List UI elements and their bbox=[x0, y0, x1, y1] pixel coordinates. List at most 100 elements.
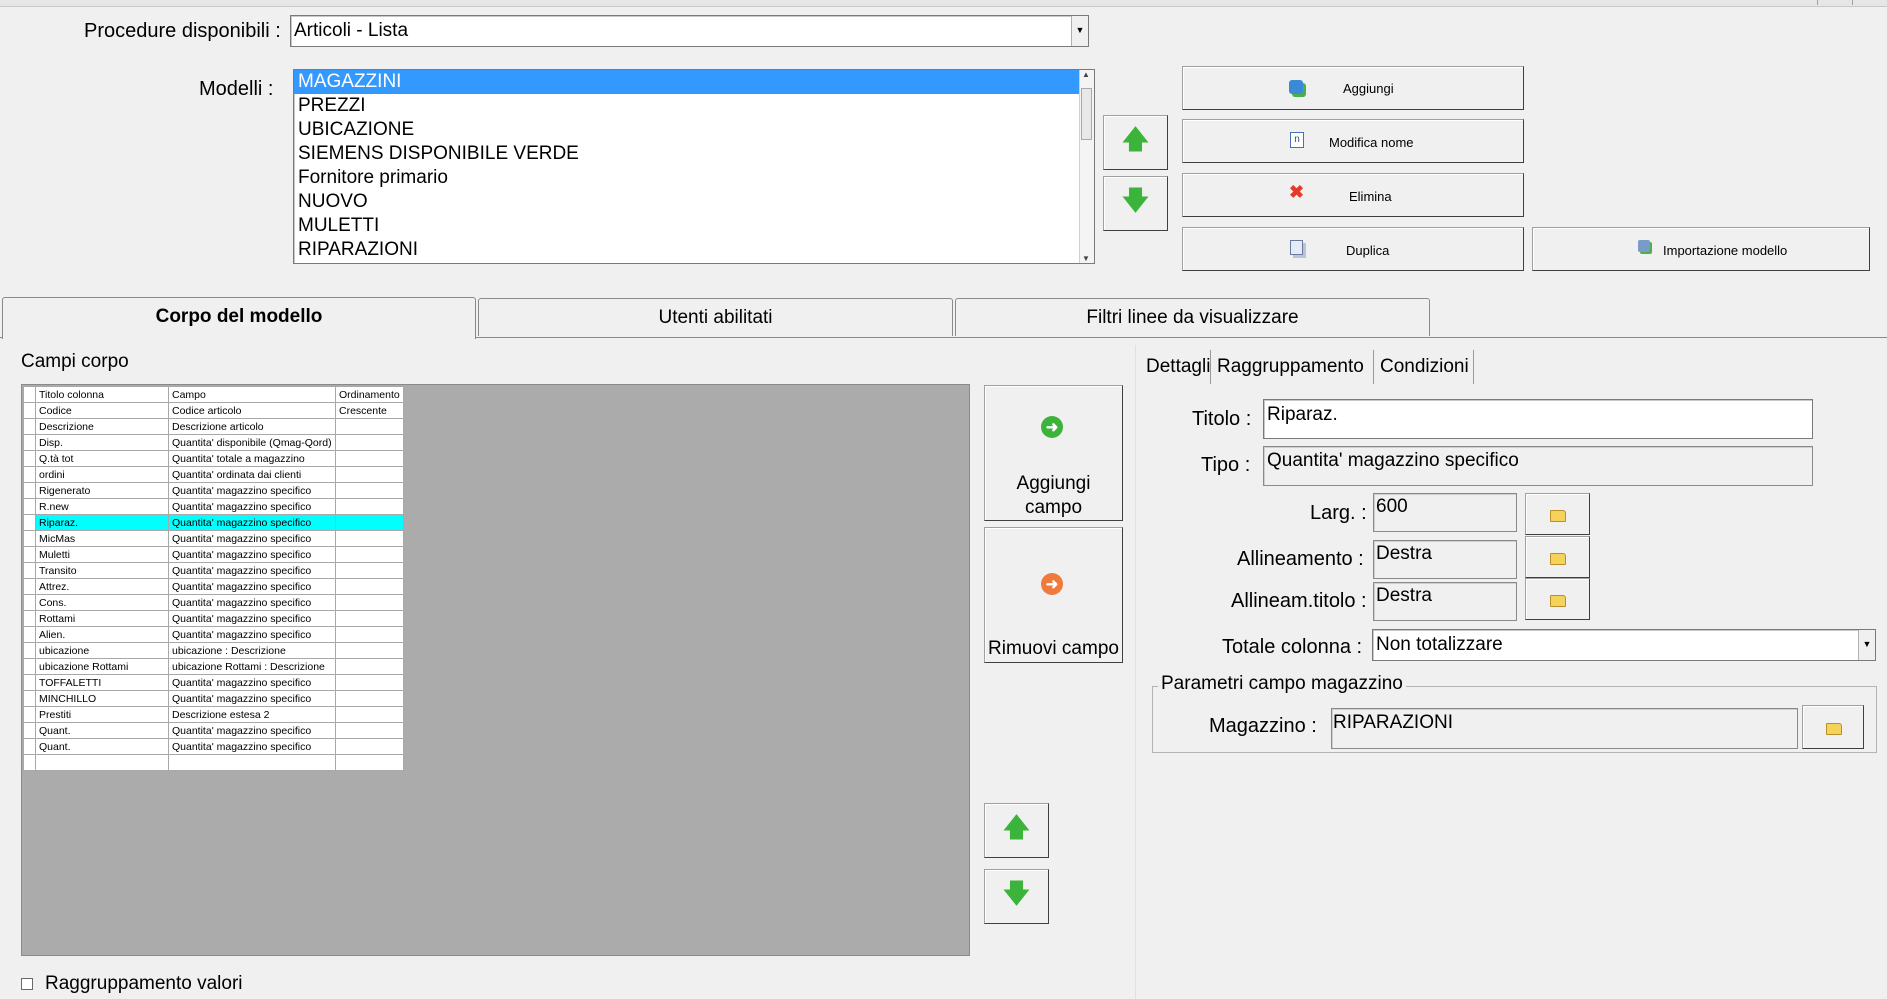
models-scrollbar[interactable]: ▲ ▼ bbox=[1079, 70, 1094, 263]
title-align-edit-button[interactable] bbox=[1525, 578, 1590, 620]
table-row[interactable]: Rigenerato Quantita' magazzino specifico bbox=[23, 482, 404, 499]
cell-titolo[interactable]: Prestiti bbox=[35, 706, 169, 723]
row-header-cell[interactable] bbox=[23, 466, 36, 483]
cell-ordinamento[interactable] bbox=[335, 466, 404, 483]
width-edit-button[interactable] bbox=[1525, 493, 1590, 535]
row-header-cell[interactable] bbox=[23, 482, 36, 499]
table-row[interactable]: Quant. Quantita' magazzino specifico bbox=[23, 738, 404, 755]
warehouse-select-button[interactable] bbox=[1802, 705, 1864, 749]
cell-titolo[interactable]: ordini bbox=[35, 466, 169, 483]
table-row[interactable]: Attrez. Quantita' magazzino specifico bbox=[23, 578, 404, 595]
table-row[interactable]: Codice Codice articolo Crescente bbox=[23, 402, 404, 419]
cell-campo[interactable]: Quantita' ordinata dai clienti bbox=[168, 466, 336, 483]
cell-ordinamento[interactable] bbox=[335, 482, 404, 499]
table-row[interactable]: Quant. Quantita' magazzino specifico bbox=[23, 722, 404, 739]
cell-titolo[interactable]: TOFFALETTI bbox=[35, 674, 169, 691]
cell-campo[interactable]: ubicazione : Descrizione bbox=[168, 642, 336, 659]
cell-campo[interactable]: Descrizione articolo bbox=[168, 418, 336, 435]
table-row[interactable]: Descrizione Descrizione articolo bbox=[23, 418, 404, 435]
cell-ordinamento[interactable] bbox=[335, 594, 404, 611]
table-row[interactable]: Q.tà tot Quantita' totale a magazzino bbox=[23, 450, 404, 467]
group-values-checkbox[interactable] bbox=[21, 978, 33, 990]
cell-titolo[interactable]: MINCHILLO bbox=[35, 690, 169, 707]
cell-campo[interactable]: Quantita' magazzino specifico bbox=[168, 530, 336, 547]
table-row[interactable]: Transito Quantita' magazzino specifico bbox=[23, 562, 404, 579]
cell-ordinamento[interactable] bbox=[335, 754, 404, 771]
row-header-cell[interactable] bbox=[23, 642, 36, 659]
cell-ordinamento[interactable] bbox=[335, 674, 404, 691]
row-header-cell[interactable] bbox=[23, 546, 36, 563]
model-list-item[interactable]: Fornitore primario bbox=[294, 166, 1094, 190]
remove-field-button[interactable]: ➜ Rimuovi campo bbox=[984, 527, 1123, 663]
table-row[interactable]: Alien. Quantita' magazzino specifico bbox=[23, 626, 404, 643]
model-list-item[interactable]: PREZZI bbox=[294, 94, 1094, 118]
cell-ordinamento[interactable] bbox=[335, 434, 404, 451]
table-row[interactable]: TOFFALETTI Quantita' magazzino specifico bbox=[23, 674, 404, 691]
row-header-cell[interactable] bbox=[23, 674, 36, 691]
cell-ordinamento[interactable] bbox=[335, 498, 404, 515]
row-header-cell[interactable] bbox=[23, 402, 36, 419]
cell-campo[interactable]: Quantita' magazzino specifico bbox=[168, 690, 336, 707]
row-header-cell[interactable] bbox=[23, 738, 36, 755]
model-list-item[interactable]: NUOVO bbox=[294, 190, 1094, 214]
subtab-condizioni[interactable]: Condizioni bbox=[1376, 350, 1474, 384]
cell-ordinamento[interactable] bbox=[335, 418, 404, 435]
cell-titolo[interactable]: Riparaz. bbox=[35, 514, 169, 531]
table-row[interactable]: Rottami Quantita' magazzino specifico bbox=[23, 610, 404, 627]
scroll-thumb[interactable] bbox=[1081, 88, 1092, 140]
model-list-item[interactable]: MULETTI bbox=[294, 214, 1094, 238]
row-header-cell[interactable] bbox=[23, 434, 36, 451]
fields-grid[interactable]: Titolo colonna Campo Ordinamento Codice C… bbox=[23, 386, 404, 771]
table-row[interactable]: ordini Quantita' ordinata dai clienti bbox=[23, 466, 404, 483]
cell-campo[interactable]: Quantita' disponibile (Qmag-Qord) bbox=[168, 434, 336, 451]
cell-ordinamento[interactable] bbox=[335, 546, 404, 563]
subtab-raggruppamento[interactable]: Raggruppamento bbox=[1213, 350, 1374, 384]
cell-ordinamento[interactable] bbox=[335, 642, 404, 659]
cell-titolo[interactable]: Descrizione bbox=[35, 418, 169, 435]
column-header-ordinamento[interactable]: Ordinamento bbox=[335, 386, 404, 403]
cell-campo[interactable]: Quantita' magazzino specifico bbox=[168, 610, 336, 627]
cell-campo[interactable]: Quantita' magazzino specifico bbox=[168, 594, 336, 611]
cell-ordinamento[interactable] bbox=[335, 626, 404, 643]
cell-ordinamento[interactable]: Crescente bbox=[335, 402, 404, 419]
cell-titolo[interactable]: Rottami bbox=[35, 610, 169, 627]
move-model-down-button[interactable]: 🡇 bbox=[1103, 176, 1168, 231]
row-header-cell[interactable] bbox=[23, 722, 36, 739]
tab-corpo-modello[interactable]: Corpo del modello bbox=[2, 297, 476, 339]
cell-titolo[interactable]: Q.tà tot bbox=[35, 450, 169, 467]
cell-titolo[interactable]: ubicazione Rottami bbox=[35, 658, 169, 675]
cell-ordinamento[interactable] bbox=[335, 690, 404, 707]
cell-ordinamento[interactable] bbox=[335, 450, 404, 467]
cell-titolo[interactable]: Quant. bbox=[35, 738, 169, 755]
cell-campo[interactable]: Quantita' magazzino specifico bbox=[168, 738, 336, 755]
cell-titolo[interactable]: Transito bbox=[35, 562, 169, 579]
move-field-up-button[interactable]: 🡅 bbox=[984, 803, 1049, 858]
row-header-cell[interactable] bbox=[23, 658, 36, 675]
cell-ordinamento[interactable] bbox=[335, 562, 404, 579]
cell-titolo[interactable]: Muletti bbox=[35, 546, 169, 563]
cell-ordinamento[interactable] bbox=[335, 514, 404, 531]
cell-campo[interactable]: Quantita' magazzino specifico bbox=[168, 562, 336, 579]
total-combobox[interactable]: Non totalizzare ▼ bbox=[1372, 629, 1876, 661]
cell-titolo[interactable]: Attrez. bbox=[35, 578, 169, 595]
cell-titolo[interactable]: Cons. bbox=[35, 594, 169, 611]
row-header-cell[interactable] bbox=[23, 514, 36, 531]
cell-campo[interactable]: ubicazione Rottami : Descrizione bbox=[168, 658, 336, 675]
subtab-dettagli[interactable]: Dettagli bbox=[1142, 350, 1211, 384]
row-header-cell[interactable] bbox=[23, 706, 36, 723]
row-header-cell[interactable] bbox=[23, 626, 36, 643]
cell-ordinamento[interactable] bbox=[335, 578, 404, 595]
cell-campo[interactable]: Quantita' magazzino specifico bbox=[168, 514, 336, 531]
import-model-button[interactable]: Importazione modello bbox=[1532, 227, 1870, 271]
cell-titolo[interactable]: Quant. bbox=[35, 722, 169, 739]
table-row[interactable] bbox=[23, 754, 404, 771]
table-row[interactable]: Prestiti Descrizione estesa 2 bbox=[23, 706, 404, 723]
duplicate-model-button[interactable]: Duplica bbox=[1182, 227, 1524, 271]
cell-campo[interactable]: Quantita' magazzino specifico bbox=[168, 722, 336, 739]
cell-ordinamento[interactable] bbox=[335, 530, 404, 547]
delete-model-button[interactable]: ✖ Elimina bbox=[1182, 173, 1524, 217]
rename-model-button[interactable]: n Modifica nome bbox=[1182, 119, 1524, 163]
table-row[interactable]: ubicazione ubicazione : Descrizione bbox=[23, 642, 404, 659]
row-header-cell[interactable] bbox=[23, 450, 36, 467]
maximize-button[interactable] bbox=[1852, 0, 1887, 5]
